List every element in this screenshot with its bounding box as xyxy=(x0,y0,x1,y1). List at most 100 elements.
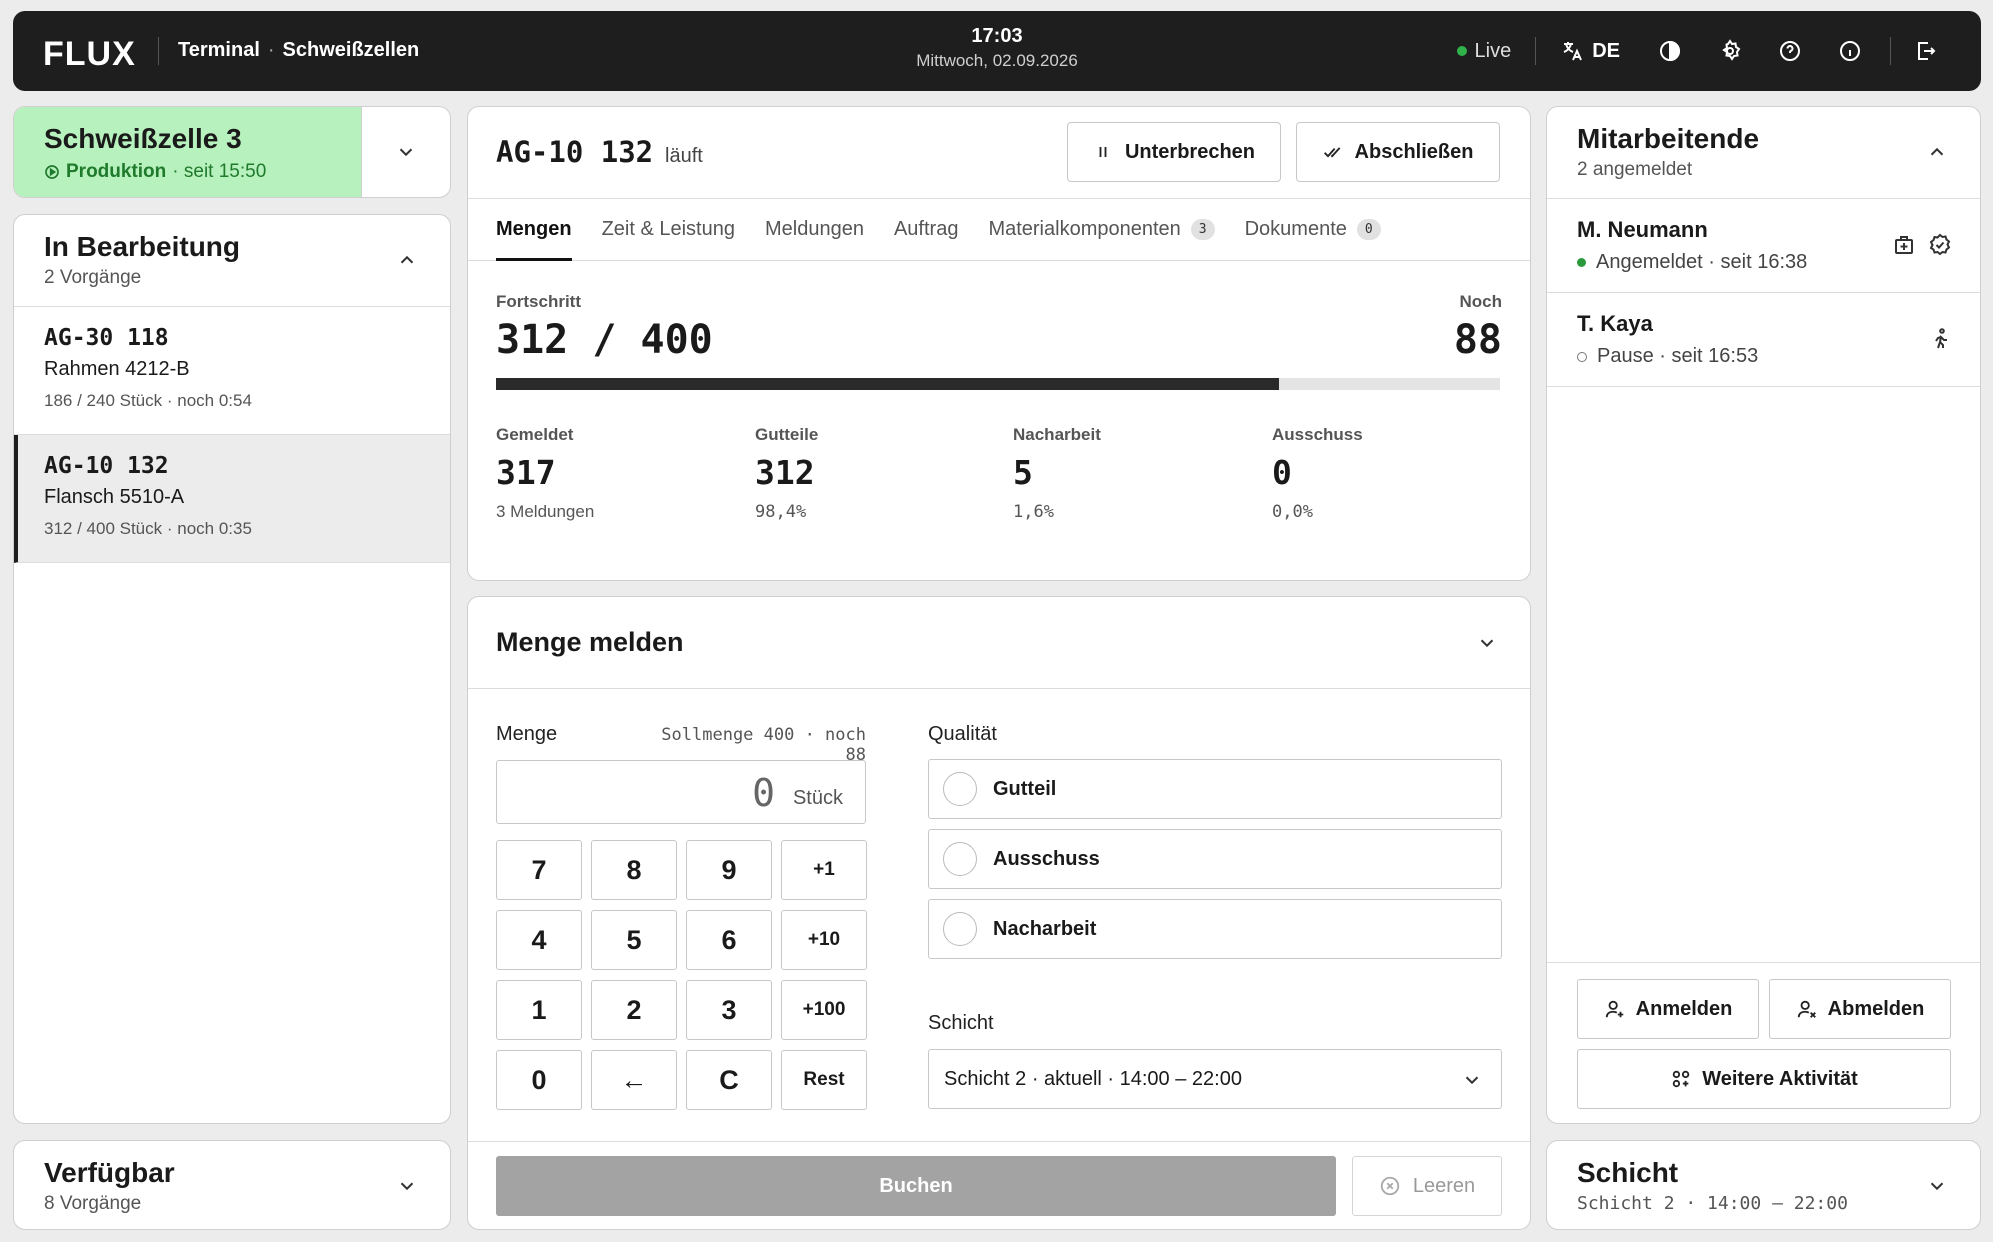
radio-circle[interactable] xyxy=(943,912,977,946)
stat-sub: 3 Meldungen xyxy=(496,502,595,521)
logout-label: Abmelden xyxy=(1827,997,1925,1020)
stat-label: Gutteile xyxy=(755,425,819,444)
info-button[interactable] xyxy=(1820,31,1880,71)
chevron-up-icon[interactable] xyxy=(396,249,418,271)
employees-count: 2 angemeldet xyxy=(1577,159,1693,180)
verified-badge-icon[interactable] xyxy=(1928,233,1952,257)
tab-meldungen[interactable]: Meldungen xyxy=(765,199,864,260)
keypad-key[interactable]: +10 xyxy=(781,910,867,970)
finish-label: Abschließen xyxy=(1354,140,1474,163)
radio-circle[interactable] xyxy=(943,842,977,876)
settings-button[interactable] xyxy=(1700,31,1760,71)
in-progress-panel: In Bearbeitung 2 Vorgänge AG-30 118 Rahm… xyxy=(13,214,451,1124)
cell-title: Schweißzelle 3 xyxy=(44,123,242,154)
keypad-key[interactable]: 2 xyxy=(591,980,677,1040)
help-icon xyxy=(1780,41,1800,61)
keypad-key[interactable]: C xyxy=(686,1050,772,1110)
report-header[interactable]: Menge melden xyxy=(468,597,1530,689)
chevron-down-icon[interactable] xyxy=(1926,1175,1948,1197)
stat-ausschuss: Ausschuss 0 0,0% xyxy=(1272,425,1363,522)
chevron-down-icon xyxy=(399,148,413,157)
book-button[interactable]: Buchen xyxy=(496,1156,1336,1216)
progress-bar xyxy=(496,378,1500,390)
keypad-key[interactable]: ← xyxy=(591,1050,677,1110)
stat-value: 317 xyxy=(496,453,556,492)
shift-panel[interactable]: Schicht Schicht 2 · 14:00 – 22:00 xyxy=(1546,1140,1981,1230)
tab-dokumente[interactable]: Dokumente 0 xyxy=(1245,199,1381,260)
order-item[interactable]: AG-30 118 Rahmen 4212-B 186 / 240 Stück … xyxy=(14,307,450,435)
keypad-key[interactable]: +1 xyxy=(781,840,867,900)
employees-header[interactable]: Mitarbeitende 2 angemeldet xyxy=(1547,107,1980,199)
keypad-key[interactable]: 0 xyxy=(496,1050,582,1110)
option-label: Nacharbeit xyxy=(993,917,1097,940)
shift-select[interactable]: Schicht 2 · aktuell · 14:00 – 22:00 xyxy=(928,1049,1502,1109)
away-dot-icon xyxy=(1577,351,1587,362)
stat-label: Gemeldet xyxy=(496,425,574,444)
keypad-key[interactable]: 6 xyxy=(686,910,772,970)
available-header[interactable]: Verfügbar 8 Vorgänge xyxy=(14,1141,450,1229)
progress-label: Fortschritt xyxy=(496,292,581,311)
tab-auftrag[interactable]: Auftrag xyxy=(894,199,958,260)
in-progress-header[interactable]: In Bearbeitung 2 Vorgänge xyxy=(14,215,450,307)
quality-option-gutteil[interactable]: Gutteil xyxy=(928,759,1502,819)
language-switch[interactable]: DE xyxy=(1560,39,1620,63)
translate-icon xyxy=(1563,42,1583,61)
cell-status-since: · seit 15:50 xyxy=(172,161,267,182)
logout-employee-button[interactable]: Abmelden xyxy=(1769,979,1951,1039)
order-item-selected[interactable]: AG-10 132 Flansch 5510-A 312 / 400 Stück… xyxy=(14,435,450,563)
tab-materialkomponenten[interactable]: Materialkomponenten 3 xyxy=(988,199,1215,260)
pause-icon xyxy=(1099,147,1107,157)
pause-button[interactable]: Unterbrechen xyxy=(1067,122,1281,182)
employee-item[interactable]: M. Neumann Angemeldet · seit 16:38 xyxy=(1547,199,1980,293)
logout-button[interactable] xyxy=(1901,31,1951,71)
tab-mengen[interactable]: Mengen xyxy=(496,199,572,261)
employee-item[interactable]: T. Kaya Pause · seit 16:53 xyxy=(1547,293,1980,387)
quality-option-nacharbeit[interactable]: Nacharbeit xyxy=(928,899,1502,959)
cell-expand-button[interactable] xyxy=(361,107,450,197)
first-aid-icon[interactable] xyxy=(1892,233,1916,257)
keypad-key[interactable]: 3 xyxy=(686,980,772,1040)
employees-title: Mitarbeitende xyxy=(1577,123,1760,154)
keypad-key[interactable]: Rest xyxy=(781,1050,867,1110)
cell-status: Produktion · seit 15:50 xyxy=(44,161,331,183)
more-activity-button[interactable]: Weitere Aktivität xyxy=(1577,1049,1951,1109)
job-header: AG-10 132 läuft Unterbrechen Abschließen xyxy=(468,107,1530,199)
radio-circle[interactable] xyxy=(943,772,977,806)
keypad-key[interactable]: 9 xyxy=(686,840,772,900)
stat-nacharbeit: Nacharbeit 5 1,6% xyxy=(1013,425,1101,522)
in-progress-count: 2 Vorgänge xyxy=(44,267,142,288)
help-button[interactable] xyxy=(1760,31,1820,71)
stat-sub: 98,4% xyxy=(755,502,807,522)
keypad-key[interactable]: +100 xyxy=(781,980,867,1040)
shift-title: Schicht xyxy=(1577,1157,1679,1188)
order-meta: 312 / 400 Stück · noch 0:35 xyxy=(44,519,252,538)
keypad-key[interactable]: 8 xyxy=(591,840,677,900)
quality-option-ausschuss[interactable]: Ausschuss xyxy=(928,829,1502,889)
contrast-button[interactable] xyxy=(1640,31,1700,71)
tab-zeit-leistung[interactable]: Zeit & Leistung xyxy=(602,199,735,260)
keypad-key[interactable]: 4 xyxy=(496,910,582,970)
chevron-down-icon[interactable] xyxy=(1476,632,1498,654)
chevron-up-icon[interactable] xyxy=(1926,141,1948,163)
clear-label: Leeren xyxy=(1412,1174,1476,1197)
pause-label: Unterbrechen xyxy=(1124,140,1256,163)
available-panel[interactable]: Verfügbar 8 Vorgänge xyxy=(13,1140,451,1230)
keypad-key[interactable]: 5 xyxy=(591,910,677,970)
option-label: Ausschuss xyxy=(993,847,1100,870)
clear-button[interactable]: Leeren xyxy=(1352,1156,1502,1216)
keypad-key[interactable]: 1 xyxy=(496,980,582,1040)
order-meta: 186 / 240 Stück · noch 0:54 xyxy=(44,391,252,410)
quantity-input[interactable]: 0 Stück xyxy=(496,760,866,824)
walking-person-icon xyxy=(1935,328,1947,349)
live-dot-icon xyxy=(1456,46,1467,56)
finish-button[interactable]: Abschließen xyxy=(1296,122,1500,182)
stat-value: 312 xyxy=(755,453,815,492)
quantity-value: 0 xyxy=(752,771,775,815)
keypad-key[interactable]: 7 xyxy=(496,840,582,900)
user-x-icon xyxy=(1797,1000,1816,1018)
job-tabs: Mengen Zeit & Leistung Meldungen Auftrag… xyxy=(468,199,1530,261)
login-employee-button[interactable]: Anmelden xyxy=(1577,979,1759,1039)
chevron-down-icon[interactable] xyxy=(396,1175,418,1197)
stat-label: Nacharbeit xyxy=(1013,425,1101,444)
shift-header[interactable]: Schicht Schicht 2 · 14:00 – 22:00 xyxy=(1547,1141,1980,1229)
